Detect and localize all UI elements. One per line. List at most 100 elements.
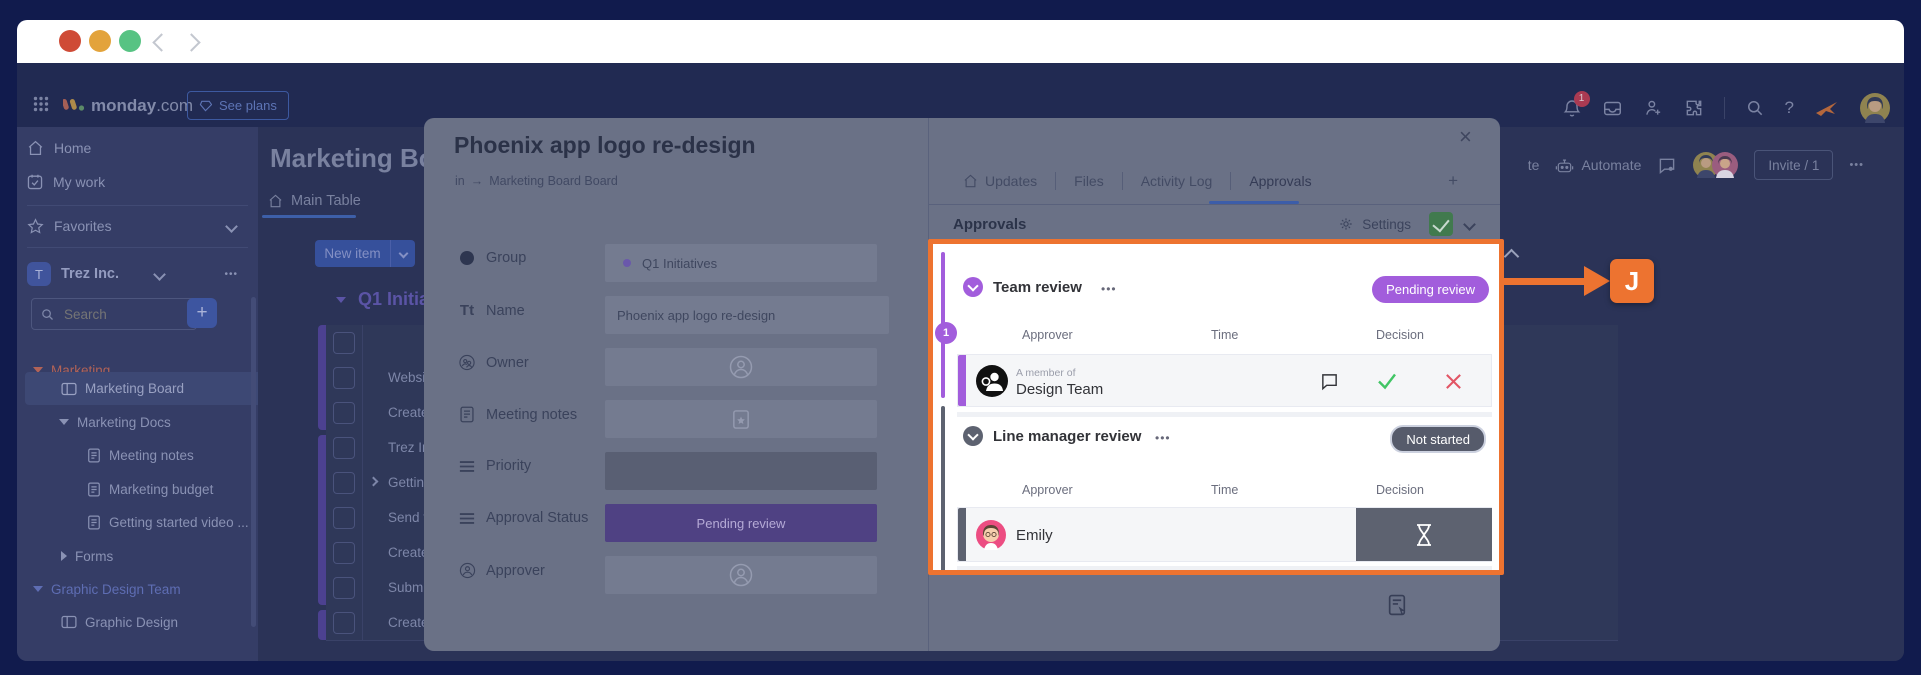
- apps-grid-icon[interactable]: [33, 96, 49, 112]
- tab-main-table[interactable]: Main Table: [268, 193, 361, 209]
- tree-item-label: Marketing Docs: [77, 415, 171, 430]
- field-approver-value[interactable]: [605, 556, 877, 594]
- field-meeting-notes[interactable]: Meeting notes: [454, 406, 577, 423]
- group-collapse-icon[interactable]: [336, 297, 346, 303]
- home-icon: [27, 140, 44, 156]
- search-icon[interactable]: [1745, 98, 1765, 118]
- tab-activity-log[interactable]: Activity Log: [1123, 158, 1231, 204]
- avatar: [1712, 152, 1738, 178]
- field-label: Approver: [486, 563, 545, 579]
- workspace-switcher[interactable]: T Trez Inc. •••: [27, 258, 250, 290]
- chat-icon[interactable]: [1657, 156, 1677, 175]
- field-meeting-notes-value[interactable]: [605, 400, 877, 438]
- field-priority-value[interactable]: [605, 452, 877, 490]
- field-group-value[interactable]: Q1 Initiatives: [605, 244, 877, 282]
- tree-item-meeting-notes[interactable]: Meeting notes: [87, 441, 194, 469]
- forward-icon[interactable]: [182, 33, 200, 51]
- search-input[interactable]: [62, 306, 166, 323]
- scroll-to-top-icon[interactable]: [1504, 249, 1520, 265]
- see-plans-label: See plans: [219, 98, 277, 113]
- field-approver[interactable]: Approver: [454, 562, 545, 579]
- add-tab-icon[interactable]: +: [1448, 171, 1500, 191]
- row-checkbox[interactable]: [333, 437, 355, 459]
- expand-item-icon[interactable]: [369, 477, 379, 487]
- tree-item-marketing-docs[interactable]: Marketing Docs: [59, 408, 171, 436]
- field-name[interactable]: Tt Name: [454, 302, 525, 319]
- close-window-button[interactable]: [59, 30, 81, 52]
- new-item-button[interactable]: New item: [315, 240, 415, 267]
- row-checkbox[interactable]: [333, 367, 355, 389]
- notification-count-badge: 1: [1574, 91, 1590, 107]
- breadcrumb-board-link[interactable]: Marketing Board Board: [489, 174, 618, 188]
- group-stripe: [318, 325, 326, 430]
- integrate-button-fragment[interactable]: te: [1528, 157, 1540, 173]
- add-board-button[interactable]: +: [187, 298, 217, 328]
- home-icon: [963, 174, 978, 188]
- invite-button[interactable]: Invite / 1: [1754, 150, 1833, 180]
- tree-item-forms[interactable]: Forms: [61, 542, 113, 570]
- tree-item-marketing-budget[interactable]: Marketing budget: [87, 475, 213, 503]
- field-label: Owner: [486, 355, 529, 371]
- minimize-window-button[interactable]: [89, 30, 111, 52]
- sidebar-item-label: Home: [54, 140, 91, 156]
- tree-item-graphic-design-team[interactable]: Graphic Design Team: [33, 575, 181, 603]
- row-checkbox[interactable]: [333, 612, 355, 634]
- sidebar-search[interactable]: [31, 298, 197, 330]
- automate-button[interactable]: Automate: [1555, 157, 1641, 174]
- annotation-highlight-box: [928, 239, 1504, 575]
- inbox-icon[interactable]: [1602, 99, 1623, 118]
- zoom-window-button[interactable]: [119, 30, 141, 52]
- chevron-down-icon: [225, 220, 238, 233]
- status-lines-icon: [454, 460, 480, 473]
- new-item-dropdown[interactable]: [390, 240, 415, 267]
- sidebar-scrollbar[interactable]: [251, 297, 256, 627]
- tab-approvals[interactable]: Approvals: [1231, 158, 1329, 204]
- row-checkbox[interactable]: [333, 332, 355, 354]
- tree-item-graphic-design[interactable]: Graphic Design: [61, 608, 178, 636]
- people-icon: [454, 354, 480, 371]
- tab-updates[interactable]: Updates: [929, 158, 1055, 204]
- item-name: Subm: [388, 580, 423, 595]
- field-priority[interactable]: Priority: [454, 458, 531, 474]
- field-owner-value[interactable]: [605, 348, 877, 386]
- row-checkbox[interactable]: [333, 402, 355, 424]
- notifications-bell-icon[interactable]: 1: [1562, 98, 1582, 119]
- row-checkbox[interactable]: [333, 577, 355, 599]
- user-avatar[interactable]: [1860, 93, 1890, 123]
- approval-status-checkbox[interactable]: [1429, 212, 1453, 236]
- row-checkbox[interactable]: [333, 542, 355, 564]
- field-name-value[interactable]: Phoenix app logo re-design: [605, 296, 889, 334]
- sidebar-item-my-work[interactable]: My work: [27, 167, 250, 197]
- text-icon: Tt: [454, 302, 480, 319]
- monday-logo[interactable]: monday.com: [91, 96, 193, 116]
- doc-action-icon[interactable]: [1387, 594, 1408, 617]
- see-plans-button[interactable]: See plans: [187, 91, 289, 120]
- invite-members-icon[interactable]: [1643, 98, 1664, 118]
- tab-files[interactable]: Files: [1056, 158, 1122, 204]
- apps-marketplace-icon[interactable]: [1684, 98, 1704, 118]
- tree-item-getting-started-video[interactable]: Getting started video ...: [87, 508, 249, 536]
- workspace-name: Trez Inc.: [61, 266, 119, 282]
- sidebar-item-favorites[interactable]: Favorites: [27, 211, 250, 241]
- workspace-menu-icon[interactable]: •••: [224, 269, 238, 280]
- board-menu-icon[interactable]: •••: [1849, 159, 1864, 171]
- sidebar-item-label: Favorites: [54, 218, 112, 234]
- field-approval-status-value[interactable]: Pending review: [605, 504, 877, 542]
- board-members-avatars[interactable]: [1693, 152, 1738, 178]
- sidebar-item-home[interactable]: Home: [27, 133, 250, 163]
- back-icon[interactable]: [152, 33, 170, 51]
- field-owner[interactable]: Owner: [454, 354, 529, 371]
- sidebar: Home My work Favorites T Trez Inc. •••: [17, 127, 258, 661]
- field-group[interactable]: Group: [454, 250, 526, 266]
- group-color-dot: [623, 259, 631, 267]
- tree-item-marketing-board[interactable]: Marketing Board: [25, 372, 279, 405]
- help-icon[interactable]: ?: [1785, 98, 1794, 118]
- approvals-header: Approvals Settings: [953, 210, 1474, 238]
- workspace-avatar: T: [27, 262, 51, 286]
- field-approval-status[interactable]: Approval Status: [454, 510, 588, 526]
- approvals-settings[interactable]: Settings: [1338, 216, 1411, 232]
- chevron-down-icon[interactable]: [1463, 218, 1476, 231]
- row-checkbox[interactable]: [333, 472, 355, 494]
- empty-person-icon: [729, 355, 753, 379]
- row-checkbox[interactable]: [333, 507, 355, 529]
